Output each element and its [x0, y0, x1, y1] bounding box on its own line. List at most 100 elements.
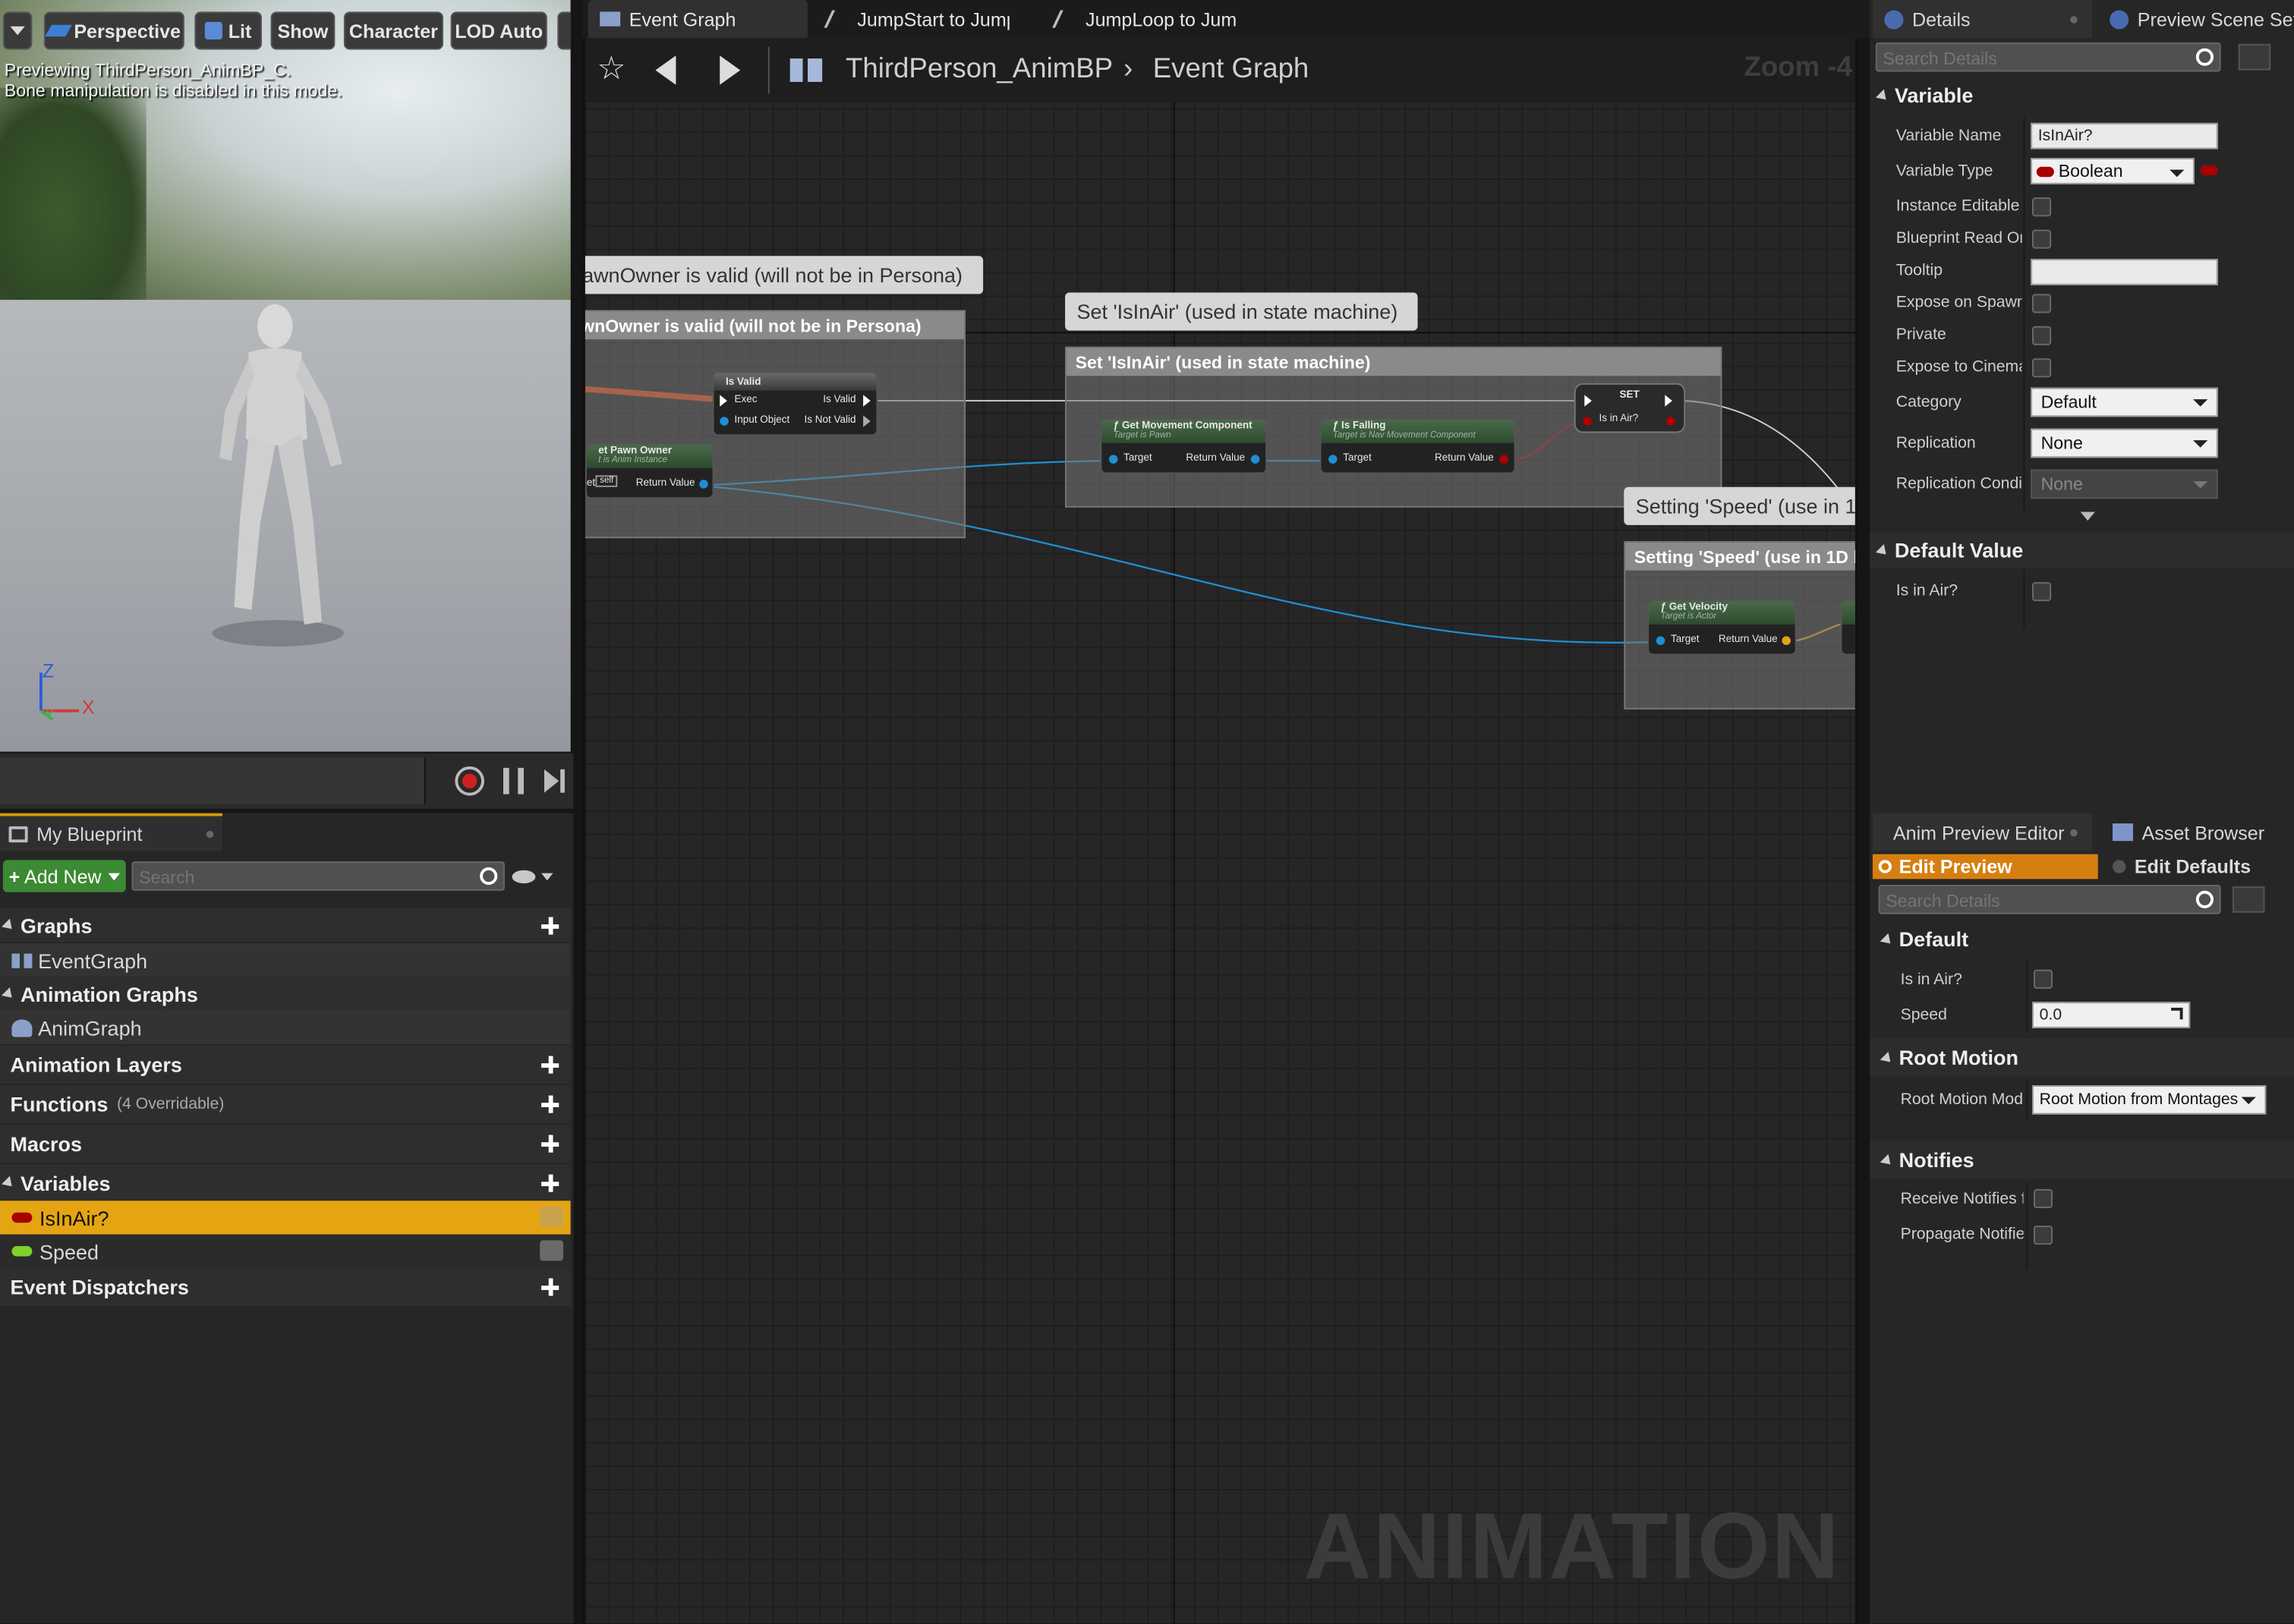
close-icon[interactable] — [2070, 828, 2078, 836]
container-type-pill[interactable] — [2200, 165, 2218, 176]
close-icon[interactable] — [2070, 15, 2078, 23]
record-button[interactable] — [455, 766, 484, 796]
object-pin-icon[interactable] — [1108, 455, 1118, 464]
blueprint-read-only-checkbox[interactable] — [2032, 229, 2052, 249]
comment-bubble-isinair[interactable]: Set 'IsInAir' (used in state machine) — [1065, 292, 1418, 331]
preview-speed-field[interactable]: 0.0 — [2032, 1002, 2191, 1028]
section-default[interactable]: Default — [1880, 927, 1968, 951]
character-button[interactable]: Character — [343, 11, 443, 50]
default-value-header[interactable]: Default Value — [1870, 532, 2294, 568]
propagate-notifies-checkbox[interactable] — [2033, 1226, 2053, 1245]
exec-pin-icon[interactable] — [863, 395, 871, 407]
expand-advanced-icon[interactable] — [2080, 511, 2095, 521]
vector-pin-icon[interactable] — [1782, 636, 1791, 645]
section-animation-layers[interactable]: Animation Layers — [0, 1046, 571, 1084]
show-button[interactable]: Show — [270, 11, 336, 50]
exec-pin-icon[interactable] — [1665, 395, 1672, 407]
pause-button[interactable] — [503, 767, 524, 795]
details-tab[interactable]: Details — [1872, 0, 2093, 39]
node-is-falling[interactable]: ƒ Is Falling Target is Nav Movement Comp… — [1319, 418, 1516, 474]
add-graph-icon[interactable] — [541, 916, 559, 934]
object-pin-icon[interactable] — [720, 417, 729, 426]
exec-pin-icon[interactable] — [720, 395, 727, 407]
exec-pin-icon[interactable] — [1584, 395, 1592, 407]
comment-bubble-speed[interactable]: Setting 'Speed' (use in 1I — [1624, 486, 1855, 525]
my-blueprint-tab[interactable]: My Blueprint — [0, 813, 222, 851]
tab-jumpstart[interactable]: JumpStart to Jump — [816, 0, 1035, 38]
preview-scene-tab[interactable]: Preview Scene Set — [2103, 0, 2294, 38]
close-icon[interactable] — [206, 829, 214, 838]
add-layer-icon[interactable] — [541, 1056, 559, 1074]
section-graphs[interactable]: Graphs — [0, 908, 571, 943]
node-get-movement-component[interactable]: ƒ Get Movement Component Target is Pawn … — [1100, 418, 1268, 474]
graph-canvas[interactable]: ☆ ThirdPerson_AnimBP › Event Graph Zoom … — [582, 38, 1858, 1624]
variable-name-field[interactable]: IsInAir? — [2031, 122, 2218, 149]
edit-preview-toggle[interactable]: Edit Preview — [1872, 854, 2098, 880]
tooltip-field[interactable] — [2031, 259, 2218, 285]
private-checkbox[interactable] — [2032, 326, 2052, 345]
root-motion-header[interactable]: Root Motion — [1870, 1038, 2294, 1077]
expose-to-cinematics-checkbox[interactable] — [2032, 358, 2052, 378]
blueprint-search-input[interactable] — [133, 863, 479, 892]
anim-search-input[interactable] — [1880, 886, 2194, 916]
tab-event-graph[interactable]: Event Graph — [588, 0, 808, 39]
add-variable-icon[interactable] — [541, 1174, 559, 1192]
section-event-dispatchers[interactable]: Event Dispatchers — [0, 1267, 571, 1307]
category-dropdown[interactable]: Default — [2031, 387, 2218, 417]
variable-item-speed[interactable]: Speed — [0, 1234, 571, 1268]
section-animation-graphs[interactable]: Animation Graphs — [0, 977, 571, 1011]
perspective-button[interactable]: Perspective — [43, 11, 184, 50]
add-new-button[interactable]: + Add New — [2, 860, 126, 892]
step-forward-button[interactable] — [544, 768, 568, 795]
instance-editable-checkbox[interactable] — [2032, 197, 2052, 217]
view-options-icon[interactable] — [2233, 886, 2265, 913]
graph-item-animgraph[interactable]: AnimGraph — [0, 1010, 571, 1045]
bool-pin-icon[interactable] — [1666, 417, 1675, 426]
lod-button[interactable]: LOD Auto — [450, 11, 547, 50]
variable-type-dropdown[interactable]: Boolean — [2031, 158, 2195, 184]
object-pin-icon[interactable] — [1328, 455, 1338, 464]
self-pin-box[interactable]: self — [595, 475, 618, 487]
expose-on-spawn-checkbox[interactable] — [2032, 294, 2052, 313]
notifies-header[interactable]: Notifies — [1870, 1141, 2294, 1179]
section-functions[interactable]: Functions (4 Overridable) — [0, 1085, 571, 1124]
variable-item-isinair[interactable]: IsInAir? — [0, 1201, 571, 1235]
more-button[interactable] — [557, 11, 571, 50]
bool-pin-icon[interactable] — [1499, 455, 1509, 464]
object-pin-icon[interactable] — [1656, 636, 1665, 645]
preview-is-in-air-checkbox[interactable] — [2033, 969, 2053, 989]
object-pin-icon[interactable] — [699, 480, 708, 489]
eye-icon[interactable] — [540, 1207, 564, 1228]
visibility-filter-button[interactable] — [512, 866, 562, 886]
viewport-menu-button[interactable] — [2, 11, 33, 50]
exec-pin-icon[interactable] — [863, 415, 871, 427]
section-macros[interactable]: Macros — [0, 1125, 571, 1163]
anim-search-box[interactable] — [1878, 885, 2221, 916]
comment-bubble-pawn-owner[interactable]: awnOwner is valid (will not be in Person… — [585, 256, 984, 294]
node-vector-length-partial[interactable] — [1840, 600, 1855, 656]
root-motion-mode-dropdown[interactable]: Root Motion from Montages — [2032, 1085, 2267, 1115]
add-dispatcher-icon[interactable] — [541, 1278, 559, 1296]
view-options-icon[interactable] — [2238, 43, 2271, 71]
node-get-velocity[interactable]: ƒ Get Velocity Target is Actor Target Re… — [1647, 600, 1797, 656]
add-function-icon[interactable] — [541, 1095, 559, 1113]
node-is-valid[interactable]: Is Valid Exec Is Valid Input Object Is N… — [712, 371, 878, 436]
edit-defaults-toggle[interactable]: Edit Defaults — [2107, 854, 2294, 880]
section-variables[interactable]: Variables — [0, 1164, 571, 1203]
anim-preview-tab[interactable]: Anim Preview Editor — [1872, 813, 2093, 851]
node-get-pawn-owner[interactable]: et Pawn Owner t is Anim Instance et self… — [585, 442, 714, 499]
receive-notifies-checkbox[interactable] — [2033, 1188, 2053, 1208]
bool-pin-icon[interactable] — [1583, 417, 1592, 426]
add-macro-icon[interactable] — [541, 1135, 559, 1153]
graph-item-eventgraph[interactable]: EventGraph — [0, 943, 571, 977]
section-variable[interactable]: Variable — [1875, 83, 1973, 107]
details-search-box[interactable] — [1875, 42, 2221, 74]
object-pin-icon[interactable] — [1250, 455, 1260, 464]
eye-icon[interactable] — [540, 1240, 564, 1261]
timeline-track[interactable] — [0, 757, 426, 805]
default-is-in-air-checkbox[interactable] — [2032, 582, 2052, 602]
node-set-isinair[interactable]: SET Is in Air? — [1574, 382, 1686, 433]
preview-viewport[interactable]: Perspective Lit Show Character LOD Auto … — [0, 0, 571, 752]
asset-browser-tab[interactable]: Asset Browser — [2107, 814, 2294, 851]
details-search-input[interactable] — [1876, 43, 2194, 74]
